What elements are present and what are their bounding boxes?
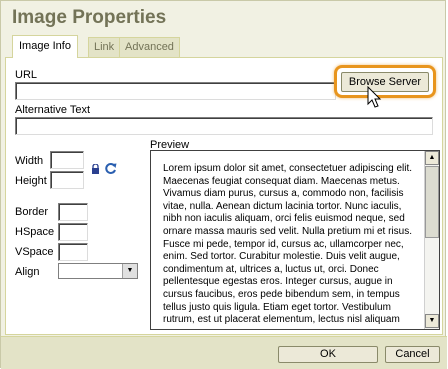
lock-icon[interactable] xyxy=(91,163,100,174)
align-label: Align xyxy=(15,266,40,278)
hspace-input[interactable] xyxy=(58,223,88,241)
width-label: Width xyxy=(15,155,44,167)
height-label: Height xyxy=(15,175,47,187)
alt-text-label: Alternative Text xyxy=(15,104,91,116)
height-input[interactable] xyxy=(50,171,84,189)
border-input[interactable] xyxy=(58,203,88,221)
url-input[interactable] xyxy=(15,82,336,100)
ok-button[interactable]: OK xyxy=(278,346,378,363)
scroll-down-icon[interactable]: ▼ xyxy=(425,314,439,328)
vspace-label: VSpace xyxy=(15,246,54,258)
border-label: Border xyxy=(15,206,49,218)
hspace-label: HSpace xyxy=(15,226,55,238)
dialog-footer: OK Cancel xyxy=(1,336,447,369)
chevron-down-icon[interactable]: ▼ xyxy=(122,264,137,278)
tab-image-info[interactable]: Image Info xyxy=(12,35,78,58)
alt-text-input[interactable] xyxy=(15,117,433,135)
preview-text: Lorem ipsum dolor sit amet, consectetuer… xyxy=(163,163,413,327)
vspace-input[interactable] xyxy=(58,243,88,261)
width-input[interactable] xyxy=(50,151,84,169)
preview-box: Lorem ipsum dolor sit amet, consectetuer… xyxy=(150,150,440,330)
url-label: URL xyxy=(15,69,38,81)
preview-scrollbar[interactable]: ▲ ▼ xyxy=(424,151,439,329)
align-select[interactable]: ▼ xyxy=(58,263,138,279)
mouse-cursor-icon xyxy=(367,85,383,110)
scroll-up-icon[interactable]: ▲ xyxy=(425,151,439,165)
tab-advanced[interactable]: Advanced xyxy=(119,37,180,57)
dialog-title: Image Properties xyxy=(12,7,167,28)
scrollbar-thumb[interactable] xyxy=(425,166,439,238)
reset-size-icon[interactable] xyxy=(104,162,117,175)
tab-link[interactable]: Link xyxy=(88,37,121,57)
browse-server-button[interactable]: Browse Server xyxy=(341,72,429,92)
cancel-button[interactable]: Cancel xyxy=(385,346,440,363)
image-properties-dialog: Image Properties Image Info Link Advance… xyxy=(0,0,447,369)
